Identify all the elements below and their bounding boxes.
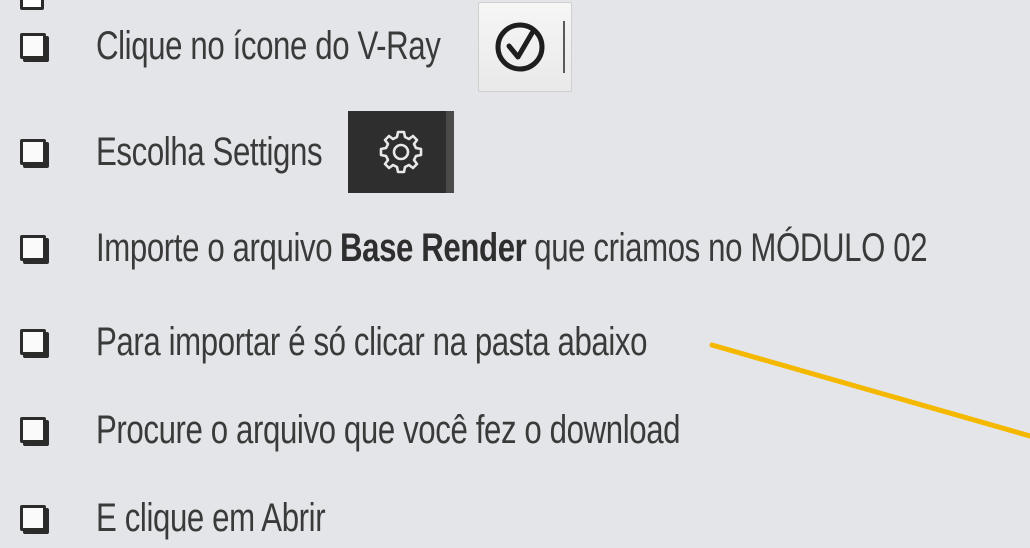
pointer-arrow-line: [709, 342, 1030, 439]
